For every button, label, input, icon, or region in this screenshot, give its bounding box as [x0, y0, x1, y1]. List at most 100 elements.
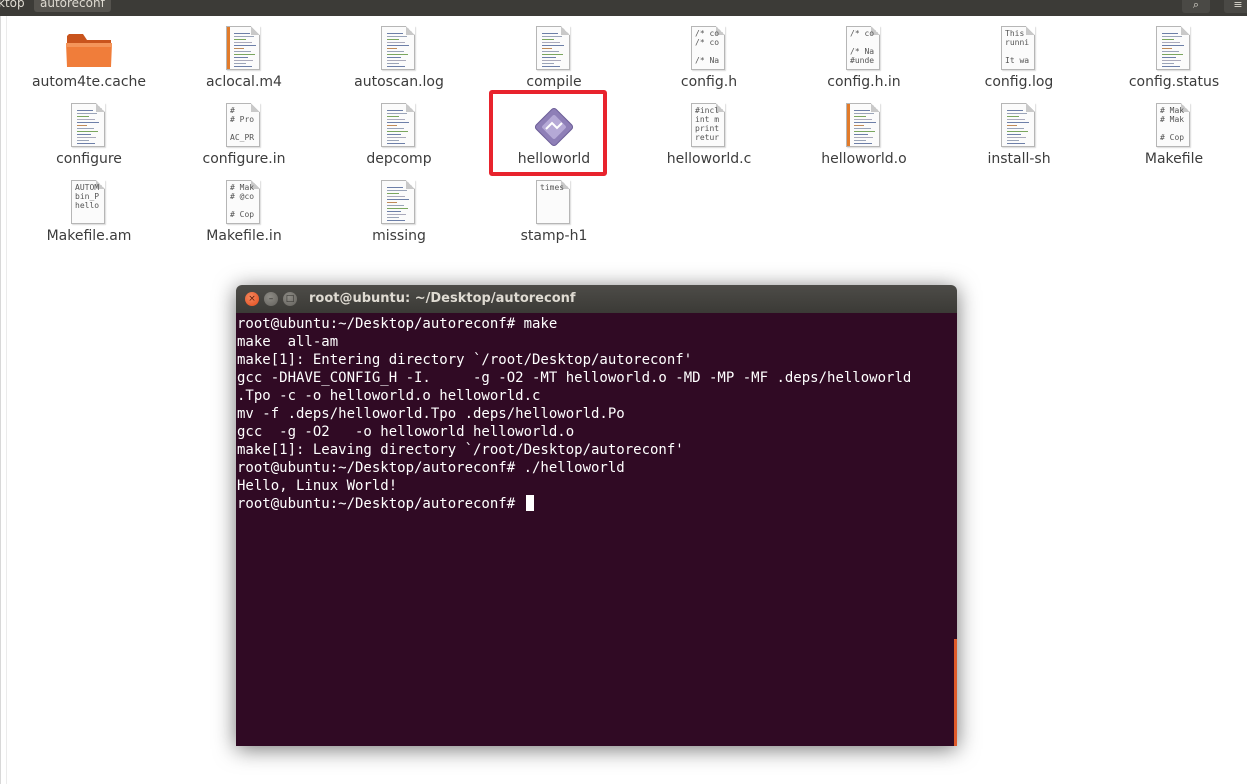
text-file-icon: [536, 26, 572, 70]
selection-highlight-box: [489, 90, 607, 176]
file-name-label: depcomp: [366, 151, 432, 167]
terminal-window[interactable]: × – □ root@ubuntu: ~/Desktop/autoreconf …: [236, 285, 957, 746]
terminal-line-text: root@ubuntu:~/Desktop/autoreconf# ./hell…: [237, 460, 625, 476]
file-name-label: configure.in: [202, 151, 286, 167]
breadcrumb-desktop[interactable]: ktop: [0, 0, 25, 12]
terminal-line: make[1]: Leaving directory `/root/Deskto…: [237, 441, 684, 459]
text-preview-icon: /* co /* Na #unde: [846, 26, 882, 70]
file-name-label: install-sh: [987, 151, 1051, 167]
text-file-icon: [71, 103, 107, 147]
file-item-autom4te-cache[interactable]: autom4te.cache: [19, 16, 159, 90]
file-item-helloworld-o[interactable]: helloworld.o: [794, 93, 934, 167]
file-name-label: Makefile: [1144, 151, 1204, 167]
file-item-aclocal-m4[interactable]: aclocal.m4: [174, 16, 314, 90]
folder-icon: [66, 26, 112, 68]
breadcrumb-autoreconf[interactable]: autoreconf: [34, 0, 111, 12]
file-preview-text: /* co /* Na #unde: [850, 29, 875, 65]
terminal-line-text: gcc -g -O2 -o helloworld helloworld.o: [237, 424, 575, 440]
file-item-config-log[interactable]: This runni It wa config.log: [949, 16, 1089, 90]
terminal-line-text: gcc -DHAVE_CONFIG_H -I. -g -O2 -MT hello…: [237, 370, 912, 386]
terminal-scrollbar[interactable]: [954, 639, 957, 746]
terminal-line-text: make[1]: Leaving directory `/root/Deskto…: [237, 442, 684, 458]
file-item-config-status[interactable]: config.status: [1104, 16, 1244, 90]
text-preview-icon: /* co /* co /* Na: [691, 26, 727, 70]
file-item-makefile[interactable]: # Mak # Mak # Cop Makefile: [1104, 93, 1244, 167]
terminal-output[interactable]: root@ubuntu:~/Desktop/autoreconf# make ma…: [236, 313, 957, 746]
file-name-label: configure: [56, 151, 122, 167]
file-item-helloworld-c[interactable]: #incl int m print retur helloworld.c: [639, 93, 779, 167]
terminal-line-text: root@ubuntu:~/Desktop/autoreconf# make: [237, 316, 558, 332]
file-preview-text: #incl int m print retur: [695, 106, 720, 142]
file-name-label: Makefile.in: [206, 228, 282, 244]
menu-button[interactable]: ≡: [1224, 0, 1247, 13]
file-item-missing[interactable]: missing: [329, 170, 469, 244]
terminal-titlebar[interactable]: × – □ root@ubuntu: ~/Desktop/autoreconf: [236, 285, 957, 313]
maximize-button[interactable]: □: [283, 292, 297, 306]
close-button[interactable]: ×: [245, 292, 259, 306]
text-file-icon: [1156, 26, 1192, 70]
terminal-line-text: make all-am: [237, 334, 339, 350]
file-item-configure[interactable]: configure: [19, 93, 159, 167]
terminal-line-text: root@ubuntu:~/Desktop/autoreconf#: [237, 496, 524, 512]
text-preview-icon: This runni It wa: [1001, 26, 1037, 70]
file-item-config-h-in[interactable]: /* co /* Na #unde config.h.in: [794, 16, 934, 90]
file-name-label: Makefile.am: [46, 228, 132, 244]
text-preview-icon: #incl int m print retur: [691, 103, 727, 147]
file-name-label: autom4te.cache: [31, 74, 147, 90]
search-button[interactable]: ⌕: [1182, 0, 1210, 13]
minimize-button[interactable]: –: [264, 292, 278, 306]
file-name-label: stamp-h1: [520, 228, 588, 244]
file-item-makefile-am[interactable]: AUTOM bin_P hello Makefile.am: [19, 170, 159, 244]
text-preview-icon: AUTOM bin_P hello: [71, 180, 107, 224]
terminal-line: make all-am: [237, 333, 338, 351]
terminal-line-text: .Tpo -c -o helloworld.o helloworld.c: [237, 388, 541, 404]
text-file-icon: [381, 103, 417, 147]
file-item-config-h[interactable]: /* co /* co /* Na config.h: [639, 16, 779, 90]
terminal-line: mv -f .deps/helloworld.Tpo .deps/hellowo…: [237, 405, 625, 423]
text-preview-icon: times: [536, 180, 572, 224]
file-preview-text: /* co /* co /* Na: [695, 29, 720, 65]
window-edge: [0, 16, 1, 784]
terminal-line: gcc -g -O2 -o helloworld helloworld.o: [237, 423, 574, 441]
file-preview-text: # Mak # Mak # Cop: [1160, 106, 1185, 142]
text-file-icon: [226, 26, 262, 70]
text-preview-icon: # Mak # @co # Cop: [226, 180, 262, 224]
terminal-line: root@ubuntu:~/Desktop/autoreconf#: [237, 495, 534, 513]
file-preview-text: times: [540, 183, 565, 192]
text-file-icon: [846, 103, 882, 147]
file-name-label: config.h.in: [827, 74, 901, 90]
file-item-configure-in[interactable]: # # Pro AC_PR configure.in: [174, 93, 314, 167]
file-item-makefile-in[interactable]: # Mak # @co # Cop Makefile.in: [174, 170, 314, 244]
terminal-line-text: Hello, Linux World!: [237, 478, 398, 494]
file-item-autoscan-log[interactable]: autoscan.log: [329, 16, 469, 90]
search-icon: ⌕: [1192, 0, 1200, 11]
text-preview-icon: # Mak # Mak # Cop: [1156, 103, 1192, 147]
file-name-label: aclocal.m4: [206, 74, 282, 90]
text-file-icon: [1001, 103, 1037, 147]
file-name-label: missing: [372, 228, 426, 244]
file-preview-text: AUTOM bin_P hello: [75, 183, 100, 210]
file-item-stamp-h1[interactable]: times stamp-h1: [484, 170, 624, 244]
terminal-line-text: mv -f .deps/helloworld.Tpo .deps/hellowo…: [237, 406, 625, 422]
terminal-line: gcc -DHAVE_CONFIG_H -I. -g -O2 -MT hello…: [237, 369, 911, 387]
terminal-title: root@ubuntu: ~/Desktop/autoreconf: [309, 291, 576, 306]
terminal-line-text: make[1]: Entering directory `/root/Deskt…: [237, 352, 693, 368]
file-name-label: helloworld.o: [821, 151, 907, 167]
file-name-label: autoscan.log: [354, 74, 444, 90]
file-item-compile[interactable]: compile: [484, 16, 624, 90]
file-preview-text: This runni It wa: [1005, 29, 1030, 65]
window-edge-inner: [6, 16, 7, 784]
path-bar: ktop autoreconf ⌕ ≡: [0, 0, 1247, 16]
terminal-line: Hello, Linux World!: [237, 477, 397, 495]
text-file-icon: [381, 26, 417, 70]
file-name-label: config.status: [1128, 74, 1220, 90]
file-preview-text: # # Pro AC_PR: [230, 106, 255, 142]
text-preview-icon: # # Pro AC_PR: [226, 103, 262, 147]
file-item-depcomp[interactable]: depcomp: [329, 93, 469, 167]
terminal-line: .Tpo -c -o helloworld.o helloworld.c: [237, 387, 540, 405]
file-preview-text: # Mak # @co # Cop: [230, 183, 255, 219]
menu-icon: ≡: [1233, 0, 1243, 11]
file-item-install-sh[interactable]: install-sh: [949, 93, 1089, 167]
terminal-cursor: [525, 495, 534, 511]
file-name-label: config.log: [984, 74, 1054, 90]
